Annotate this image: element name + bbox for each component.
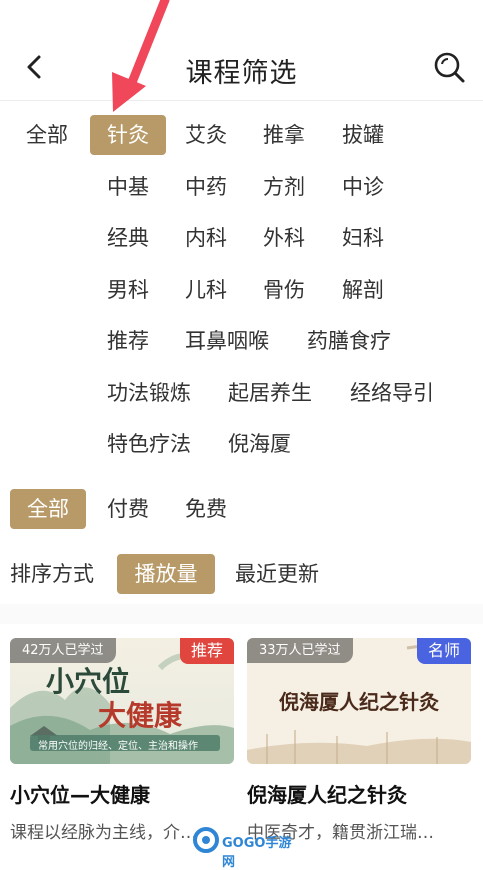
price-option-free[interactable]: 免费 [185, 489, 227, 529]
header-bar: 课程筛选 [0, 0, 483, 101]
category-chip-jiepou[interactable]: 解剖 [342, 270, 384, 310]
section-divider [0, 604, 483, 624]
sort-label: 排序方式 [10, 562, 94, 586]
category-chip-erke[interactable]: 儿科 [185, 270, 227, 310]
course-title: 小穴位—大健康 [10, 783, 150, 807]
learners-badge: 42万人已学过 [10, 638, 116, 663]
category-chip-nanke[interactable]: 男科 [107, 270, 149, 310]
category-chip-neike[interactable]: 内科 [185, 218, 227, 258]
category-chip-fuke[interactable]: 妇科 [342, 218, 384, 258]
watermark-logo-icon [193, 827, 219, 853]
sort-option-recent[interactable]: 最近更新 [235, 554, 319, 594]
category-chip-erbiyanhou[interactable]: 耳鼻咽喉 [185, 321, 269, 361]
watermark: GOGO手游网 [192, 826, 292, 870]
tag-badge: 推荐 [180, 638, 234, 664]
course-cover: 小穴位 大健康 常用穴位的归经、定位、主治和操作 42万人已学过 推荐 [10, 638, 234, 764]
course-card[interactable]: 倪海厦人纪之针灸 33万人已学过 名师 倪海厦人纪之针灸 中医奇才，籍贯浙江瑞… [247, 638, 471, 843]
course-card[interactable]: 小穴位 大健康 常用穴位的归经、定位、主治和操作 42万人已学过 推荐 小穴位—… [10, 638, 234, 843]
category-chip-zhongji[interactable]: 中基 [107, 167, 149, 207]
sort-option-plays[interactable]: 播放量 [117, 554, 215, 594]
cover-title-2: 大健康 [98, 699, 183, 732]
category-all[interactable]: 全部 [26, 115, 68, 155]
course-cover: 倪海厦人纪之针灸 33万人已学过 名师 [247, 638, 471, 764]
tag-badge: 名师 [417, 638, 471, 664]
course-title: 倪海厦人纪之针灸 [247, 783, 407, 807]
search-icon[interactable] [432, 50, 466, 84]
category-chip-zhenjiu[interactable]: 针灸 [90, 115, 166, 155]
category-chip-fangji[interactable]: 方剂 [263, 167, 305, 207]
category-chip-yaoshan[interactable]: 药膳食疗 [307, 321, 391, 361]
category-chip-jingdian[interactable]: 经典 [107, 218, 149, 258]
category-chip-baguan[interactable]: 拔罐 [342, 115, 384, 155]
category-chip-zhongzhen[interactable]: 中诊 [342, 167, 384, 207]
cover-subtitle: 常用穴位的归经、定位、主治和操作 [38, 741, 198, 752]
category-chip-gushang[interactable]: 骨伤 [263, 270, 305, 310]
cover-title: 倪海厦人纪之针灸 [279, 690, 439, 714]
category-chip-qiju[interactable]: 起居养生 [228, 373, 312, 413]
category-chip-tuina[interactable]: 推拿 [263, 115, 305, 155]
category-chip-nihaixia[interactable]: 倪海厦 [228, 424, 291, 464]
category-chip-tese[interactable]: 特色疗法 [107, 424, 191, 464]
page-title: 课程筛选 [185, 58, 298, 89]
watermark-text: GOGO手游网 [222, 836, 292, 870]
price-option-all[interactable]: 全部 [10, 489, 86, 529]
price-option-paid[interactable]: 付费 [107, 489, 149, 529]
category-chip-gongfa[interactable]: 功法锻炼 [107, 373, 191, 413]
category-chip-tuijian[interactable]: 推荐 [107, 321, 149, 361]
category-chip-aijiu[interactable]: 艾灸 [185, 115, 227, 155]
category-chip-jingluo[interactable]: 经络导引 [350, 373, 434, 413]
learners-badge: 33万人已学过 [247, 638, 353, 663]
category-chip-waike[interactable]: 外科 [263, 218, 305, 258]
category-chip-zhongyao[interactable]: 中药 [185, 167, 227, 207]
